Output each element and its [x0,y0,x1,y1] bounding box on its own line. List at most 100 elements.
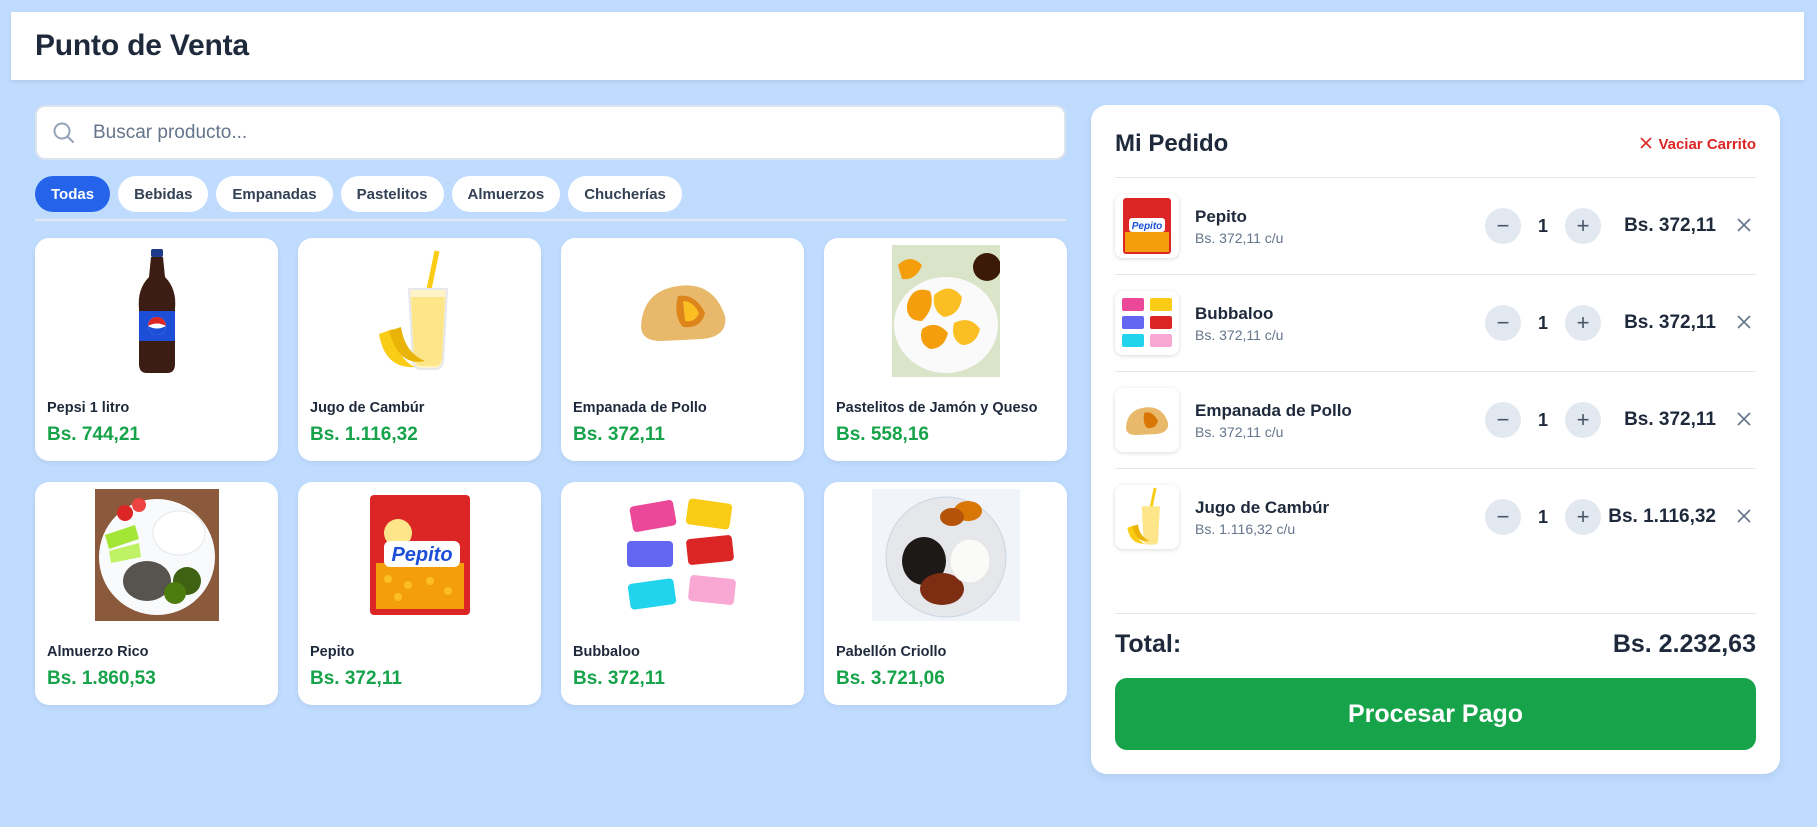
cart-item: Empanada de Pollo Bs. 372,11 c/u − 1 + B… [1115,372,1756,468]
product-card[interactable]: Jugo de Cambúr Bs. 1.116,32 [298,238,541,461]
remove-item-button[interactable] [1732,310,1756,334]
category-bebidas[interactable]: Bebidas [118,176,209,212]
search-box[interactable] [35,105,1066,160]
svg-text:Pepito: Pepito [391,544,452,566]
plus-icon: + [1576,310,1590,335]
cart-item-name: Pepito [1195,207,1247,226]
cart-item-total: Bs. 372,11 [1624,215,1716,236]
cart-item-name: Jugo de Cambúr [1195,498,1330,517]
cart-item-total: Bs. 1.116,32 [1608,506,1716,527]
product-card[interactable]: Empanada de Pollo Bs. 372,11 [561,238,804,461]
soda-bottle-icon [35,246,278,376]
cart-item-unit-price: Bs. 372,11 c/u [1195,424,1284,440]
close-icon [1737,315,1751,329]
cart-item-name: Bubbaloo [1195,304,1274,323]
cart-item-qty: 1 [1537,410,1548,430]
search-icon [51,120,77,146]
cart-item-unit-price: Bs. 372,11 c/u [1195,327,1284,343]
product-name: Pepsi 1 litro [47,400,130,416]
search-input[interactable] [93,121,993,144]
minus-icon: − [1496,213,1510,238]
lunch-plate-icon [35,489,278,621]
product-card[interactable]: Bubbaloo Bs. 372,11 [561,482,804,705]
minus-icon: − [1496,407,1510,432]
cart-item-unit-price: Bs. 372,11 c/u [1195,230,1284,246]
category-filter-bar: Todas Bebidas Empanadas Pastelitos Almue… [35,176,1066,221]
cart-item-total: Bs. 372,11 [1624,312,1716,333]
banana-juice-icon [1115,485,1179,549]
process-payment-button[interactable]: Procesar Pago [1115,678,1756,750]
close-icon [1640,136,1653,153]
pabellon-plate-icon [824,489,1067,621]
product-name: Pabellón Criollo [836,644,947,660]
clear-cart-label: Vaciar Carrito [1658,136,1756,153]
cart-item: Pepito Pepito Bs. 372,11 c/u − 1 + Bs. 3… [1115,178,1756,274]
clear-cart-button[interactable]: Vaciar Carrito [1640,136,1756,153]
product-name: Empanada de Pollo [573,400,707,416]
product-name: Pastelitos de Jamón y Queso [836,400,1038,416]
product-card[interactable]: Pepito Pepito Bs. 372,11 [298,482,541,705]
decrease-qty-button[interactable]: − [1485,402,1521,438]
decrease-qty-button[interactable]: − [1485,208,1521,244]
product-price: Bs. 558,16 [836,424,929,445]
increase-qty-button[interactable]: + [1565,208,1601,244]
banana-juice-icon [298,246,541,376]
total-label: Total: [1115,630,1182,658]
cart-title: Mi Pedido [1115,130,1229,157]
snack-bag-icon: Pepito [298,490,541,620]
empanada-icon [1115,388,1179,452]
cart-item-qty: 1 [1537,507,1548,527]
empanada-icon [561,246,804,376]
increase-qty-button[interactable]: + [1565,305,1601,341]
decrease-qty-button[interactable]: − [1485,305,1521,341]
app-header: Punto de Venta [11,12,1804,80]
minus-icon: − [1496,310,1510,335]
product-grid: Pepsi 1 litro Bs. 744,21 Jugo de Cambúr … [35,238,1067,705]
category-empanadas[interactable]: Empanadas [216,176,333,212]
product-price: Bs. 372,11 [573,424,665,445]
plus-icon: + [1576,407,1590,432]
product-card[interactable]: Almuerzo Rico Bs. 1.860,53 [35,482,278,705]
product-price: Bs. 372,11 [573,668,665,689]
plus-icon: + [1576,213,1590,238]
cart-item-name: Empanada de Pollo [1195,401,1352,420]
cart-item-qty: 1 [1537,216,1548,236]
divider [1115,613,1756,614]
increase-qty-button[interactable]: + [1565,402,1601,438]
product-price: Bs. 1.860,53 [47,668,156,689]
page-title: Punto de Venta [35,29,249,62]
product-card[interactable]: Pepsi 1 litro Bs. 744,21 [35,238,278,461]
product-price: Bs. 3.721,06 [836,668,945,689]
candy-icon [561,490,804,620]
remove-item-button[interactable] [1732,504,1756,528]
product-card[interactable]: Pabellón Criollo Bs. 3.721,06 [824,482,1067,705]
cart-item: Jugo de Cambúr Bs. 1.116,32 c/u − 1 + Bs… [1115,469,1756,565]
category-todas[interactable]: Todas [35,176,111,212]
category-pastelitos[interactable]: Pastelitos [340,176,444,212]
product-name: Pepito [310,644,355,660]
snack-bag-icon: Pepito [1115,194,1179,258]
plus-icon: + [1576,504,1590,529]
pastelitos-icon [824,245,1067,377]
remove-item-button[interactable] [1732,407,1756,431]
close-icon [1737,509,1751,523]
cart-item-total: Bs. 372,11 [1624,409,1716,430]
decrease-qty-button[interactable]: − [1485,499,1521,535]
category-almuerzos[interactable]: Almuerzos [451,176,561,212]
product-name: Bubbaloo [573,644,640,660]
product-name: Jugo de Cambúr [310,400,425,416]
product-price: Bs. 1.116,32 [310,424,418,445]
product-card[interactable]: Pastelitos de Jamón y Queso Bs. 558,16 [824,238,1067,461]
product-price: Bs. 372,11 [310,668,402,689]
remove-item-button[interactable] [1732,213,1756,237]
close-icon [1737,412,1751,426]
product-name: Almuerzo Rico [47,644,149,660]
cart-item-unit-price: Bs. 1.116,32 c/u [1195,521,1296,537]
cart-item: Bubbaloo Bs. 372,11 c/u − 1 + Bs. 372,11 [1115,275,1756,371]
cart-item-qty: 1 [1537,313,1548,333]
product-price: Bs. 744,21 [47,424,140,445]
svg-text:Pepito: Pepito [1132,221,1163,232]
increase-qty-button[interactable]: + [1565,499,1601,535]
close-icon [1737,218,1751,232]
category-chucherias[interactable]: Chucherías [568,176,682,212]
